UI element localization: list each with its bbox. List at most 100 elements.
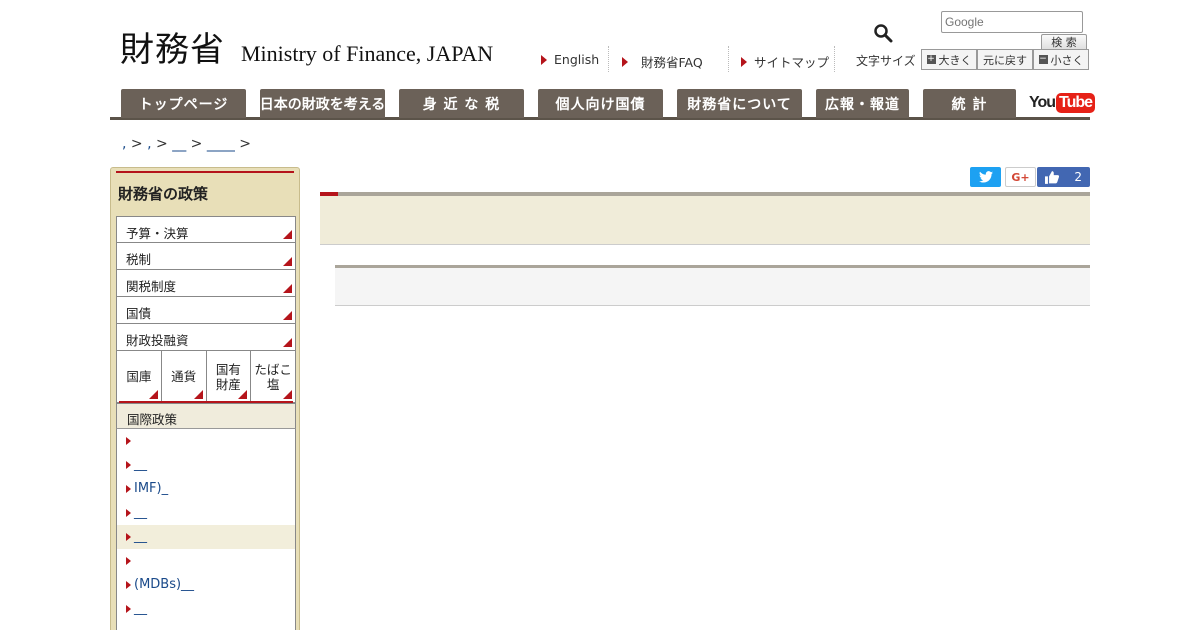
- triangle-bullet-icon: [541, 54, 547, 65]
- divider: [834, 46, 835, 72]
- corner-arrow-icon: [283, 390, 292, 399]
- sidebar-cell-tobacco-salt[interactable]: たばこ 塩: [251, 351, 295, 402]
- triangle-bullet-icon: [126, 509, 131, 517]
- triangle-bullet-icon: [126, 437, 131, 445]
- page-title-bar: [320, 192, 1090, 245]
- breadcrumb-separator: >: [190, 136, 203, 152]
- facebook-like-button[interactable]: 2: [1037, 167, 1090, 187]
- sidebar-item-budget[interactable]: 予算・決算: [116, 216, 296, 243]
- tab-statistics[interactable]: 統 計: [923, 89, 1016, 118]
- triangle-bullet-icon: [126, 557, 131, 565]
- sidebar-sublink[interactable]: __: [117, 453, 295, 477]
- triangle-bullet-icon: [126, 581, 131, 589]
- tab-about-mof[interactable]: 財務省について: [677, 89, 802, 118]
- sidebar-item-tax[interactable]: 税制: [116, 243, 296, 270]
- search-icon: [874, 24, 893, 43]
- sidebar-cell-currency[interactable]: 通貨: [162, 351, 207, 402]
- corner-arrow-icon: [283, 230, 292, 239]
- sidebar-sublink[interactable]: ,: [117, 621, 295, 630]
- triangle-bullet-icon: [126, 461, 131, 469]
- sidebar-sublink-text[interactable]: __: [134, 457, 147, 472]
- logo-english: Ministry of Finance, JAPAN: [241, 41, 494, 66]
- site-logo[interactable]: 財務省 Ministry of Finance, JAPAN: [120, 22, 493, 71]
- corner-arrow-icon: [148, 390, 158, 399]
- thumbs-up-icon: [1045, 170, 1059, 184]
- util-link-label: 財務省FAQ: [641, 55, 703, 70]
- sidebar-cell-national-property[interactable]: 国有 財産: [207, 351, 252, 402]
- sidebar-sublink[interactable]: (MDBs)__: [117, 573, 295, 597]
- font-size-smaller-label: 小さく: [1050, 53, 1084, 67]
- sidebar-sublink-text[interactable]: IMF)_: [134, 481, 168, 496]
- sidebar-item-label: 税制: [126, 252, 152, 267]
- sidebar-sublink-text[interactable]: __: [134, 529, 147, 544]
- search-input[interactable]: [941, 11, 1083, 33]
- font-size-larger-button[interactable]: + 大きく: [921, 49, 977, 70]
- triangle-bullet-icon: [126, 533, 131, 541]
- sidebar-item-filp[interactable]: 財政投融資: [116, 324, 296, 351]
- sidebar-cell-treasury[interactable]: 国庫: [117, 351, 162, 402]
- breadcrumb: , > , > __ > ____ >: [122, 136, 251, 152]
- breadcrumb-separator: >: [156, 136, 168, 152]
- plus-icon: +: [926, 54, 936, 64]
- font-size-reset-label: 元に戻す: [983, 53, 1027, 67]
- tab-japan-finance[interactable]: 日本の財政を考える: [260, 89, 385, 118]
- breadcrumb-link[interactable]: __: [172, 136, 186, 152]
- minus-icon: −: [1038, 54, 1048, 64]
- logo-japanese: 財務省: [120, 30, 225, 70]
- sidebar-sublink-text[interactable]: __: [134, 505, 147, 520]
- sidebar-sublink-text[interactable]: __: [134, 601, 147, 616]
- sidebar-item-label: 国債: [126, 306, 152, 321]
- sidebar-sublink[interactable]: __: [117, 597, 295, 621]
- corner-arrow-icon: [193, 390, 203, 399]
- sidebar-cell-label: たばこ 塩: [254, 361, 292, 392]
- youtube-logo-tube: Tube: [1056, 93, 1096, 113]
- sidebar-item-label: 予算・決算: [126, 226, 189, 241]
- sidebar-accent-line: [116, 171, 294, 173]
- title-accent: [320, 192, 338, 196]
- corner-arrow-icon: [283, 257, 292, 266]
- tab-jgb-individual[interactable]: 個人向け国債: [538, 89, 663, 118]
- font-size-label: 文字サイズ: [856, 54, 916, 68]
- sidebar-menu: 予算・決算 税制 関税制度 国債 財政投融資 国庫 通貨 国有 財産 たばこ 塩: [116, 216, 296, 403]
- util-link-faq[interactable]: 財務省FAQ: [622, 52, 703, 71]
- font-size-larger-label: 大きく: [938, 53, 972, 67]
- sidebar-cell-label: 通貨: [171, 369, 197, 384]
- sidebar-sublink[interactable]: IMF)_: [117, 477, 295, 501]
- util-link-english[interactable]: English: [541, 52, 599, 67]
- corner-arrow-icon: [283, 284, 292, 293]
- youtube-link[interactable]: You Tube: [1029, 91, 1096, 115]
- sidebar-sublink[interactable]: [117, 549, 295, 573]
- triangle-bullet-icon: [126, 485, 131, 493]
- tab-taxes[interactable]: 身 近 な 税: [399, 89, 524, 118]
- util-link-label: サイトマップ: [754, 55, 830, 70]
- sidebar-sublink[interactable]: __: [117, 501, 295, 525]
- google-plus-icon: G+: [1011, 170, 1030, 184]
- twitter-share-button[interactable]: [970, 167, 1001, 187]
- sidebar-item-jgb[interactable]: 国債: [116, 297, 296, 324]
- sidebar-sublink-text[interactable]: ,: [134, 625, 138, 630]
- sidebar-item-customs[interactable]: 関税制度: [116, 270, 296, 297]
- sidebar-sublink[interactable]: [117, 429, 295, 453]
- breadcrumb-separator: >: [130, 136, 143, 152]
- breadcrumb-link[interactable]: ____: [207, 136, 235, 152]
- sidebar: 財務省の政策 予算・決算 税制 関税制度 国債 財政投融資 国庫 通貨 国有 財…: [110, 167, 300, 630]
- sidebar-cell-label: 国庫: [126, 369, 152, 384]
- font-size-reset-button[interactable]: 元に戻す: [977, 49, 1033, 70]
- corner-arrow-icon: [283, 311, 292, 320]
- section-heading-bar: [335, 265, 1090, 306]
- tab-press[interactable]: 広報・報道: [816, 89, 909, 118]
- sidebar-sublink-active[interactable]: __: [117, 525, 295, 549]
- tab-top-page[interactable]: トップページ: [121, 89, 246, 118]
- breadcrumb-link[interactable]: ,: [122, 136, 126, 152]
- breadcrumb-link[interactable]: ,: [147, 136, 151, 152]
- sidebar-title: 財務省の政策: [118, 185, 209, 203]
- sidebar-section-label: 国際政策: [127, 412, 178, 427]
- util-link-sitemap[interactable]: サイトマップ: [741, 52, 829, 71]
- youtube-logo-you: You: [1029, 94, 1056, 111]
- sidebar-section-international[interactable]: 国際政策: [116, 401, 296, 429]
- util-link-label: English: [554, 52, 600, 67]
- sidebar-sublink-text[interactable]: (MDBs)__: [134, 577, 194, 592]
- google-plus-share-button[interactable]: G+: [1005, 167, 1036, 187]
- font-size-smaller-button[interactable]: − 小さく: [1033, 49, 1089, 70]
- section-accent-line: [119, 401, 293, 403]
